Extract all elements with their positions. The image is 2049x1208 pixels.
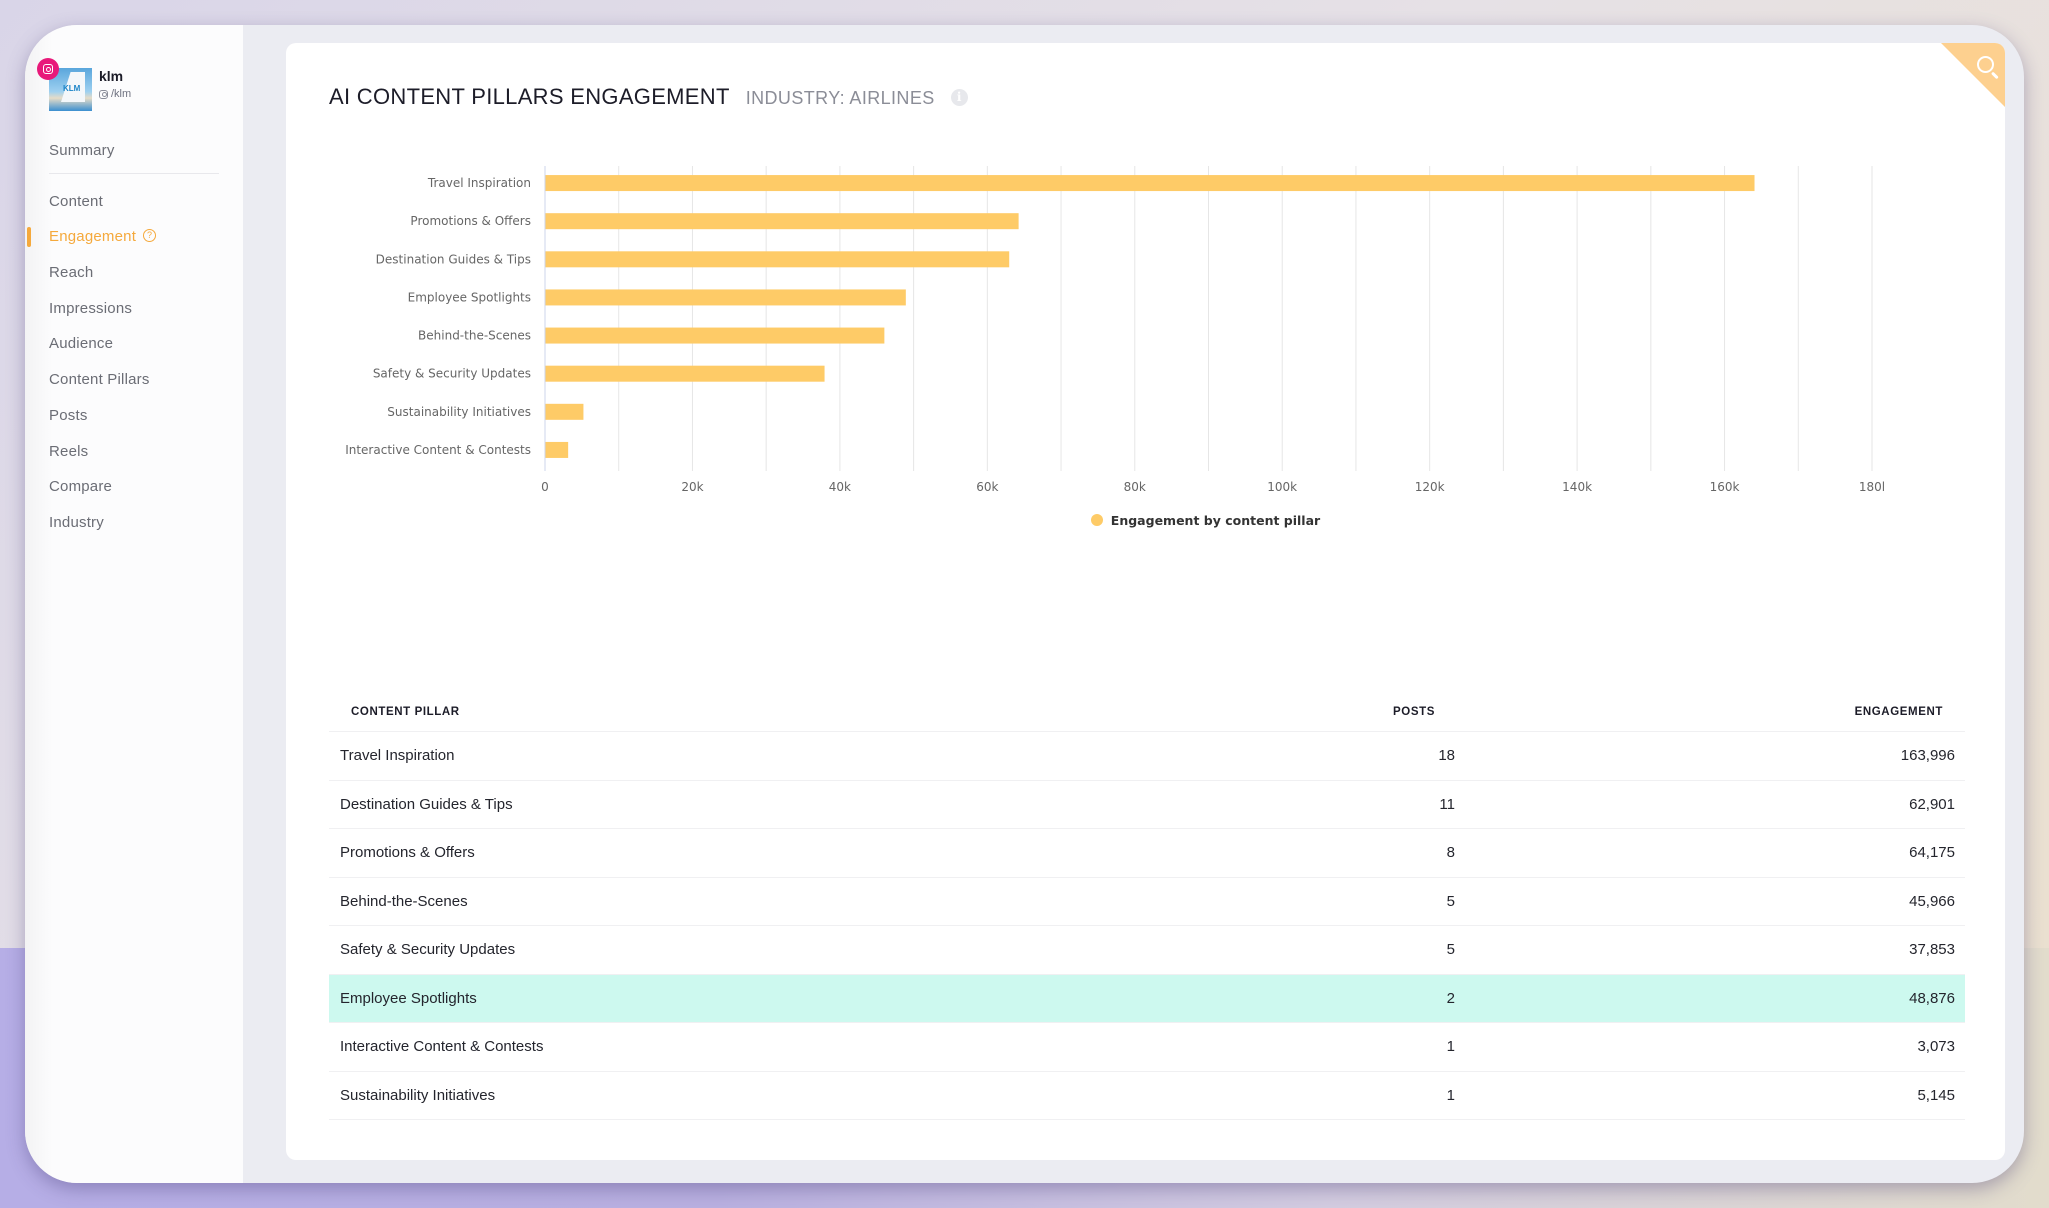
cell-posts: 5 (1446, 941, 1455, 959)
category-label: Safety & Security Updates (373, 367, 531, 381)
table-body: Travel Inspiration 18 163,996 Destination G… (329, 732, 1965, 1120)
category-label: Sustainability Initiatives (387, 405, 531, 419)
category-label: Employee Spotlights (408, 290, 531, 304)
bar[interactable] (545, 327, 885, 344)
profile-header[interactable]: KLM klm /klm (37, 44, 239, 114)
cell-posts: 5 (1446, 892, 1455, 910)
category-label: Behind-the-Scenes (418, 329, 531, 343)
x-tick-label: 80k (1124, 480, 1146, 494)
cell-content-pillar: Destination Guides & Tips (340, 795, 513, 813)
profile-name: klm (99, 68, 124, 84)
cell-engagement: 163,996 (1900, 747, 1955, 765)
cell-engagement: 5,145 (1917, 1086, 1955, 1104)
cell-content-pillar: Promotions & Offers (340, 844, 475, 862)
x-tick-label: 40k (829, 480, 851, 494)
cell-posts: 18 (1438, 747, 1455, 765)
cell-engagement: 48,876 (1909, 989, 1955, 1007)
profile-handle-text: /klm (111, 88, 132, 100)
x-tick-label: 60k (976, 480, 998, 494)
table-row[interactable]: Interactive Content & Contests 1 3,073 (329, 1023, 1965, 1072)
sidebar-item-summary[interactable]: Summary (25, 133, 243, 169)
x-tick-label: 100k (1267, 480, 1297, 494)
bar[interactable] (545, 175, 1755, 192)
cell-posts: 8 (1446, 844, 1455, 862)
sidebar-nav: Summary Content Engagement? Reach Impres… (25, 133, 243, 541)
sidebar-divider (49, 172, 219, 174)
category-label: Destination Guides & Tips (376, 252, 531, 266)
table-row[interactable]: Sustainability Initiatives 1 5,145 (329, 1072, 1965, 1120)
table-row[interactable]: Employee Spotlights 2 48,876 (329, 974, 1965, 1023)
cell-content-pillar: Travel Inspiration (340, 747, 455, 765)
bar[interactable] (545, 365, 825, 382)
x-tick-label: 180l (1859, 480, 1885, 494)
header-engagement[interactable]: ENGAGEMENT (1443, 706, 1965, 718)
sidebar-item-reels[interactable]: Reels (25, 434, 243, 470)
category-label: Interactive Content & Contests (345, 443, 531, 457)
cell-engagement: 45,966 (1909, 892, 1955, 910)
instagram-glyph (43, 64, 53, 74)
cell-engagement: 3,073 (1917, 1038, 1955, 1056)
legend-marker (1090, 514, 1103, 526)
sidebar-item-compare[interactable]: Compare (25, 469, 243, 505)
bar[interactable] (545, 251, 1010, 268)
category-label: Promotions & Offers (410, 214, 531, 228)
legend-label: Engagement by content pillar (1110, 513, 1321, 528)
x-tick-label: 140k (1562, 480, 1592, 494)
table-row[interactable]: Behind-the-Scenes 5 45,966 (329, 878, 1965, 926)
bar[interactable] (545, 441, 569, 458)
x-tick-label: 0 (541, 480, 549, 494)
table-row[interactable]: Promotions & Offers 8 64,175 (329, 829, 1965, 878)
header-posts[interactable]: POSTS (1243, 706, 1443, 718)
sidebar: KLM klm /klm Summary Content Engagement?… (25, 25, 243, 1183)
table-row[interactable]: Travel Inspiration 18 163,996 (329, 732, 1965, 781)
table-row[interactable]: Destination Guides & Tips 11 62,901 (329, 781, 1965, 829)
instagram-small-icon (99, 89, 108, 99)
cell-engagement: 64,175 (1909, 844, 1955, 862)
cell-posts: 1 (1446, 1038, 1455, 1056)
table-row[interactable]: Safety & Security Updates 5 37,853 (329, 926, 1965, 975)
cell-posts: 1 (1446, 1086, 1455, 1104)
sidebar-item-reach[interactable]: Reach (25, 255, 243, 291)
profile-handle: /klm (99, 88, 131, 100)
cell-engagement: 37,853 (1909, 941, 1955, 959)
bar[interactable] (545, 403, 584, 420)
cell-content-pillar: Safety & Security Updates (340, 941, 516, 959)
content-pillars-card: AI CONTENT PILLARS ENGAGEMENT INDUSTRY: … (286, 43, 2005, 1160)
instagram-badge-icon (37, 58, 59, 80)
bar[interactable] (545, 289, 906, 306)
avatar-logo-text: KLM (63, 84, 81, 93)
bar[interactable] (545, 213, 1019, 230)
content-pillar-table: CONTENT PILLAR POSTS ENGAGEMENT Travel I… (329, 693, 1965, 1120)
sidebar-item-industry[interactable]: Industry (25, 505, 243, 541)
help-icon[interactable]: ? (143, 228, 157, 242)
sidebar-item-content[interactable]: Content (25, 184, 243, 220)
table-header: CONTENT PILLAR POSTS ENGAGEMENT (329, 693, 1965, 732)
chart-legend[interactable]: Engagement by content pillar (286, 513, 2005, 528)
cell-content-pillar: Sustainability Initiatives (340, 1086, 496, 1104)
engagement-bar-chart: Travel Inspiration Promotions & Offers Des… (345, 166, 1885, 494)
x-tick-label: 120k (1415, 480, 1445, 494)
cell-content-pillar: Employee Spotlights (340, 989, 477, 1007)
cell-engagement: 62,901 (1909, 795, 1955, 813)
x-tick-label: 160k (1710, 480, 1740, 494)
app-window: KLM klm /klm Summary Content Engagement?… (25, 25, 2024, 1183)
cell-posts: 11 (1439, 795, 1455, 813)
x-tick-label: 20k (681, 480, 703, 494)
category-label: Travel Inspiration (427, 176, 531, 190)
cell-content-pillar: Interactive Content & Contests (340, 1038, 544, 1056)
sidebar-item-engagement[interactable]: Engagement? (25, 219, 243, 255)
header-content-pillar[interactable]: CONTENT PILLAR (329, 706, 1243, 718)
sidebar-item-impressions[interactable]: Impressions (25, 291, 243, 327)
sidebar-item-posts[interactable]: Posts (25, 398, 243, 434)
cell-posts: 2 (1446, 989, 1455, 1007)
cell-content-pillar: Behind-the-Scenes (340, 892, 468, 910)
sidebar-item-audience[interactable]: Audience (25, 326, 243, 362)
sidebar-item-label: Engagement (49, 228, 137, 246)
sidebar-item-content-pillars[interactable]: Content Pillars (25, 362, 243, 398)
